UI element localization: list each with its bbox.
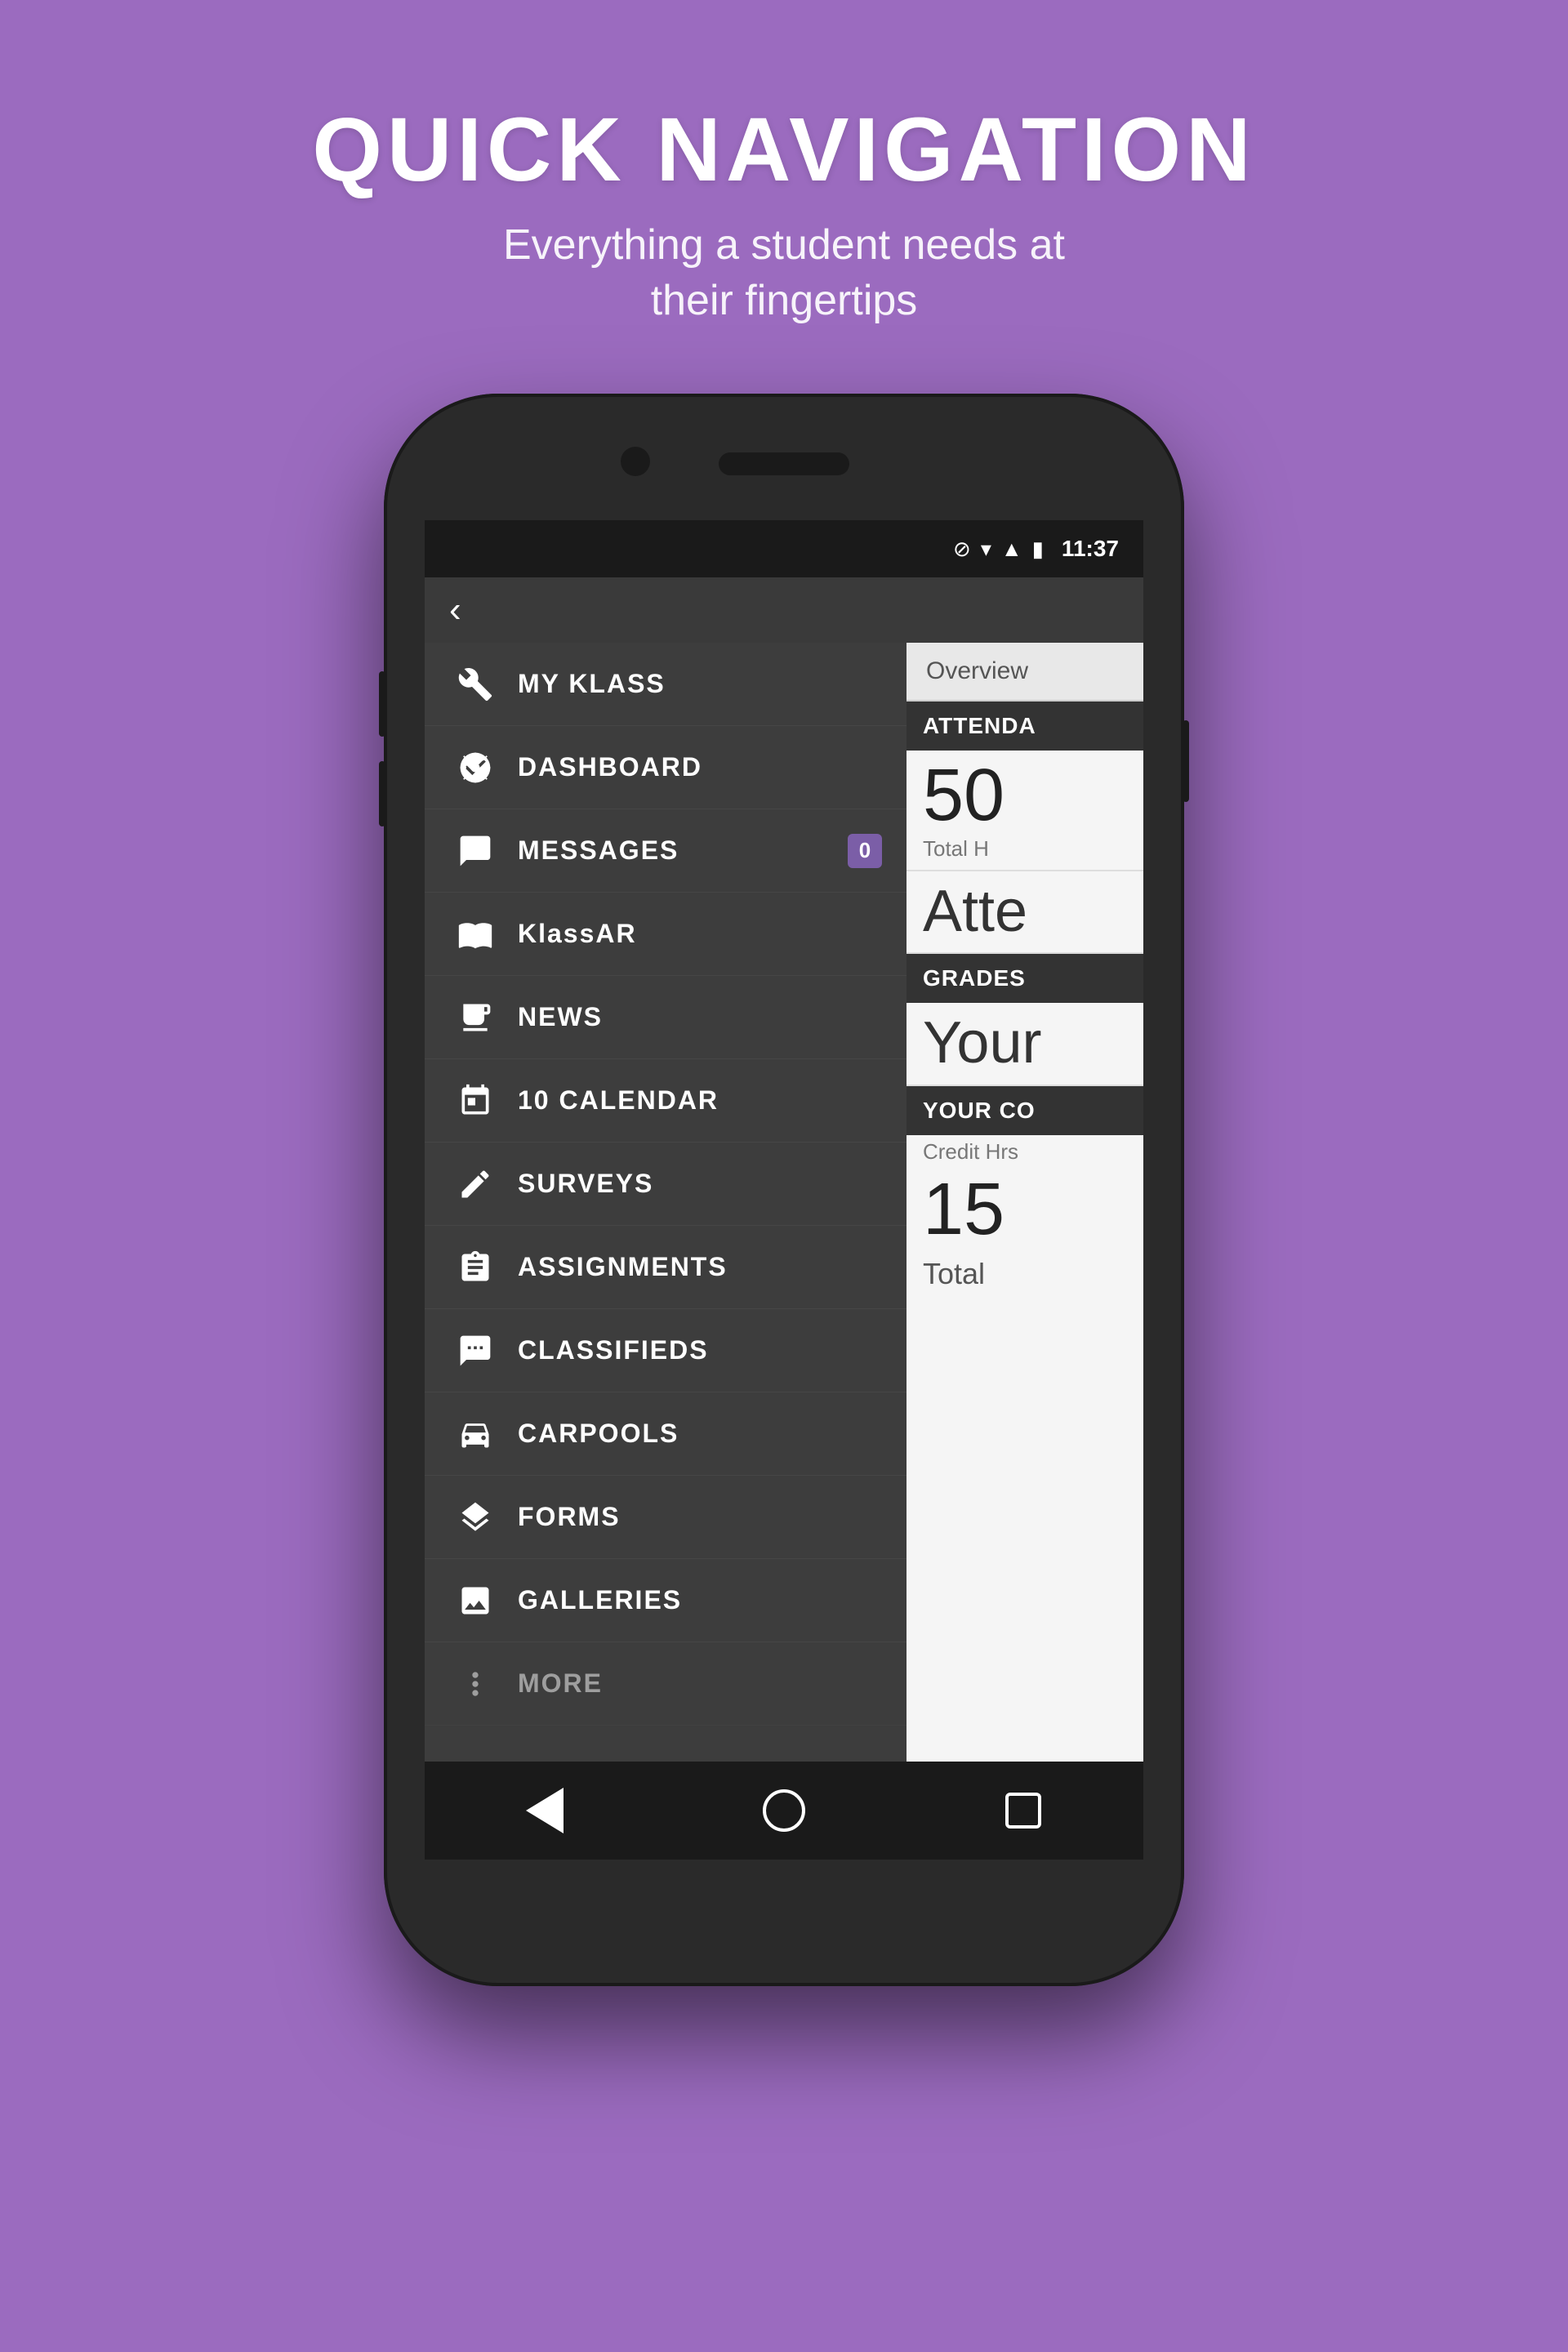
attendance-text: Atte bbox=[906, 871, 1143, 952]
app-content: ‹ MY KLASS DASHBOARD bbox=[425, 577, 1143, 1860]
nav-item-carpools[interactable]: CARPOOLS bbox=[425, 1392, 906, 1476]
phone-power bbox=[1183, 720, 1189, 802]
status-icons: ⊘ ▾ ▲ ▮ 11:37 bbox=[953, 536, 1119, 562]
top-bar: ‹ bbox=[425, 577, 1143, 643]
grades-text: Your bbox=[906, 1003, 1143, 1084]
phone-vol-up bbox=[379, 671, 385, 737]
nav-label-my-klass: MY KLASS bbox=[518, 669, 882, 699]
car-icon bbox=[449, 1408, 501, 1460]
nav-item-galleries[interactable]: GALLERIES bbox=[425, 1559, 906, 1642]
overview-tab[interactable]: Overview bbox=[906, 643, 1143, 702]
nav-item-klassar[interactable]: KlassAR bbox=[425, 893, 906, 976]
page-title: QUICK NAVIGATION bbox=[312, 98, 1255, 202]
layers-icon bbox=[449, 1491, 501, 1544]
bottom-nav bbox=[425, 1762, 1143, 1860]
recent-button[interactable] bbox=[991, 1778, 1056, 1843]
total-hours-value: 50 bbox=[906, 751, 1143, 832]
nav-item-forms[interactable]: FORMS bbox=[425, 1476, 906, 1559]
signal-icon: ▲ bbox=[1001, 537, 1022, 562]
back-button[interactable] bbox=[512, 1778, 577, 1843]
nav-item-more[interactable]: MORE bbox=[425, 1642, 906, 1726]
back-arrow-icon[interactable]: ‹ bbox=[449, 592, 461, 628]
nav-label-forms: FORMS bbox=[518, 1502, 882, 1532]
messages-badge: 0 bbox=[848, 834, 882, 868]
nav-label-klassar: KlassAR bbox=[518, 919, 882, 949]
nav-drawer: MY KLASS DASHBOARD MESSAGES 0 bbox=[425, 643, 906, 1860]
credit-value: 15 bbox=[906, 1169, 1143, 1250]
nav-label-messages: MESSAGES bbox=[518, 835, 848, 866]
recent-square-icon bbox=[1005, 1793, 1041, 1829]
nav-label-classifieds: CLASSIFIEDS bbox=[518, 1335, 882, 1365]
status-time: 11:37 bbox=[1062, 536, 1119, 562]
more-icon bbox=[449, 1658, 501, 1710]
page-header: QUICK NAVIGATION Everything a student ne… bbox=[312, 98, 1255, 328]
phone-vol-down bbox=[379, 761, 385, 826]
chat-icon bbox=[449, 825, 501, 877]
credit-label: Credit Hrs bbox=[906, 1135, 1143, 1169]
home-button[interactable] bbox=[751, 1778, 817, 1843]
nav-label-carpools: CARPOOLS bbox=[518, 1419, 882, 1449]
nav-item-dashboard[interactable]: DASHBOARD bbox=[425, 726, 906, 809]
pencil-icon bbox=[449, 1158, 501, 1210]
status-bar: ⊘ ▾ ▲ ▮ 11:37 bbox=[425, 520, 1143, 577]
nav-item-classifieds[interactable]: CLASSIFIEDS bbox=[425, 1309, 906, 1392]
nav-label-assignments: ASSIGNMENTS bbox=[518, 1252, 882, 1282]
back-triangle-icon bbox=[526, 1788, 564, 1833]
attendance-header: ATTENDA bbox=[906, 702, 1143, 751]
nav-label-dashboard: DASHBOARD bbox=[518, 752, 882, 782]
nav-label-more: MORE bbox=[518, 1668, 882, 1699]
right-panel: Overview ATTENDA 50 Total H Atte GRADES … bbox=[906, 643, 1143, 1860]
phone-shell: ⊘ ▾ ▲ ▮ 11:37 ‹ MY KLASS bbox=[384, 394, 1184, 1986]
home-circle-icon bbox=[763, 1789, 805, 1832]
nav-label-news: NEWS bbox=[518, 1002, 882, 1032]
phone-camera bbox=[621, 447, 650, 476]
phone-screen: ⊘ ▾ ▲ ▮ 11:37 ‹ MY KLASS bbox=[425, 520, 1143, 1860]
nav-item-assignments[interactable]: ASSIGNMENTS bbox=[425, 1226, 906, 1309]
no-sim-icon: ⊘ bbox=[953, 537, 971, 562]
dashboard-icon bbox=[449, 742, 501, 794]
nav-item-messages[interactable]: MESSAGES 0 bbox=[425, 809, 906, 893]
total-hours-label: Total H bbox=[906, 832, 1143, 870]
nav-item-news[interactable]: NEWS bbox=[425, 976, 906, 1059]
nav-item-calendar[interactable]: 10 CALENDAR bbox=[425, 1059, 906, 1143]
phone-speaker bbox=[719, 452, 849, 475]
wifi-icon: ▾ bbox=[981, 537, 991, 562]
nav-item-surveys[interactable]: SURVEYS bbox=[425, 1143, 906, 1226]
newspaper-icon bbox=[449, 991, 501, 1044]
gallery-icon bbox=[449, 1575, 501, 1627]
clipboard-icon bbox=[449, 1241, 501, 1294]
page-subtitle: Everything a student needs attheir finge… bbox=[312, 218, 1255, 328]
courses-header: YOUR CO bbox=[906, 1086, 1143, 1135]
nav-label-calendar: 10 CALENDAR bbox=[518, 1085, 882, 1116]
book-icon bbox=[449, 908, 501, 960]
grades-header: GRADES bbox=[906, 954, 1143, 1003]
wrench-screwdriver-icon bbox=[449, 658, 501, 710]
battery-icon: ▮ bbox=[1032, 537, 1044, 562]
calendar-icon bbox=[449, 1075, 501, 1127]
nav-label-galleries: GALLERIES bbox=[518, 1585, 882, 1615]
classifieds-icon bbox=[449, 1325, 501, 1377]
nav-item-my-klass[interactable]: MY KLASS bbox=[425, 643, 906, 726]
total-label: Total bbox=[906, 1250, 1143, 1298]
nav-label-surveys: SURVEYS bbox=[518, 1169, 882, 1199]
